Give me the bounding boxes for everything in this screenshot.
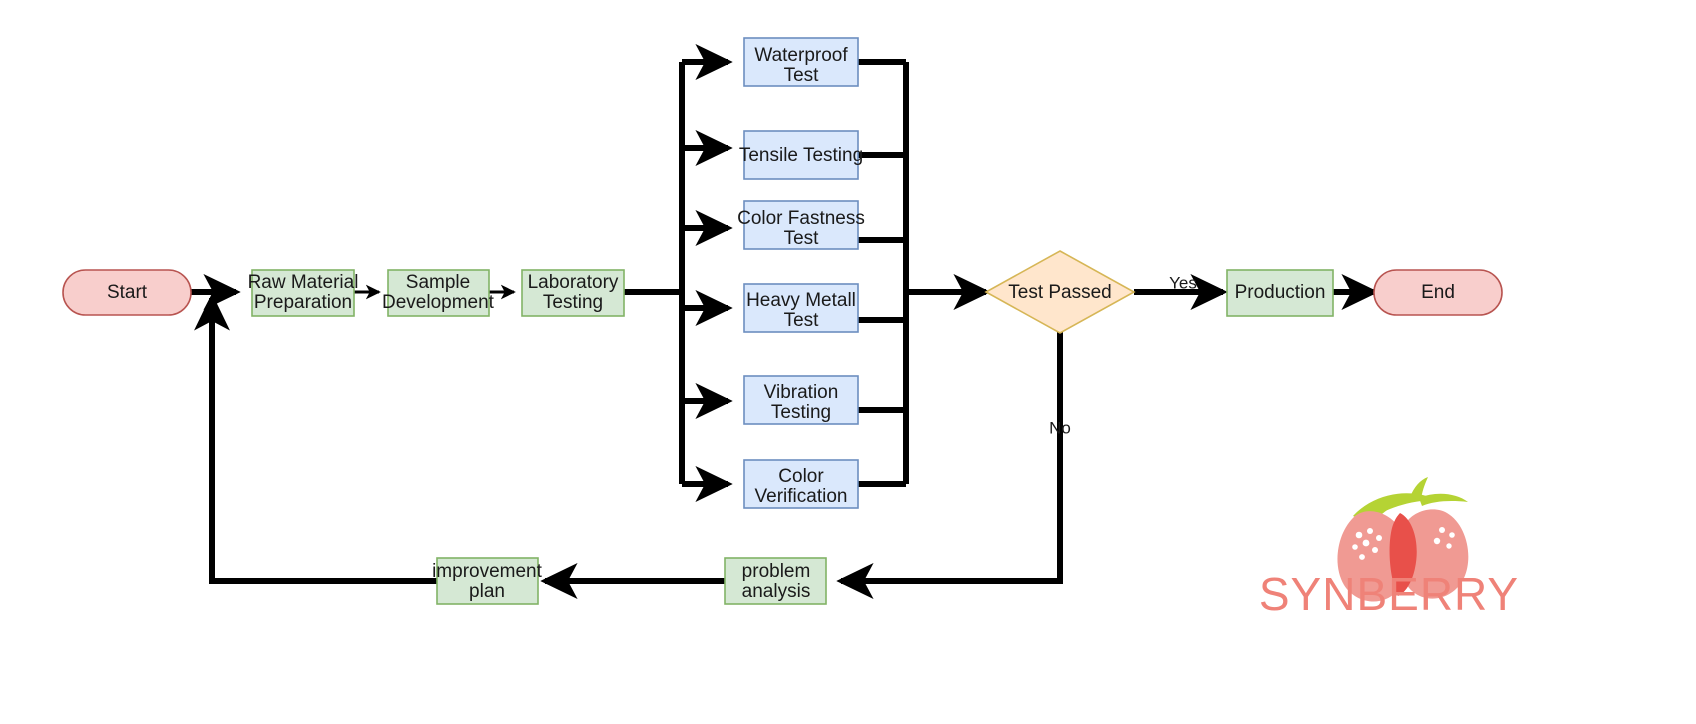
- strawberry-seed: [1352, 544, 1358, 550]
- node-test-vibration-shape: [743, 375, 859, 425]
- strawberry-seed: [1449, 532, 1455, 538]
- strawberry-seed: [1355, 531, 1363, 539]
- node-raw-material-shape: [251, 269, 355, 317]
- node-end-shape: [1373, 269, 1503, 316]
- strawberry-seed: [1367, 528, 1373, 534]
- node-problem-analysis-shape: [724, 557, 827, 605]
- edge-decision-no-to-problem-analysis: [836, 332, 1063, 599]
- synberry-logo: SYNBERRY: [1259, 477, 1519, 620]
- node-test-tensile[interactable]: Tensile Testing: [739, 130, 863, 180]
- strawberry-seed: [1433, 537, 1441, 545]
- node-improvement-plan-shape: [436, 557, 539, 605]
- node-test-heavy-metal-shape: [743, 283, 859, 333]
- flowchart-svg: Start Raw Material Preparation Sample De…: [62, 37, 1519, 620]
- flowchart-canvas: Start Raw Material Preparation Sample De…: [0, 0, 1696, 724]
- node-test-waterproof-shape: [743, 37, 859, 87]
- strawberry-seed: [1439, 527, 1445, 533]
- strawberry-seed: [1372, 547, 1378, 553]
- node-test-color-verification-shape: [743, 459, 859, 509]
- node-decision-shape: [984, 250, 1136, 334]
- strawberry-seed: [1359, 554, 1365, 560]
- node-sample-development-shape: [387, 269, 490, 317]
- node-end[interactable]: End: [1373, 269, 1503, 316]
- strawberry-seed: [1446, 543, 1452, 549]
- node-test-color-verification[interactable]: Color Verification: [743, 459, 859, 509]
- logo-wordmark: SYNBERRY: [1259, 568, 1519, 620]
- node-test-vibration[interactable]: Vibration Testing: [743, 375, 859, 425]
- strawberry-seed: [1376, 535, 1382, 541]
- node-production[interactable]: Production: [1226, 269, 1334, 317]
- node-test-color-fastness-shape: [743, 200, 859, 250]
- node-test-heavy-metal[interactable]: Heavy Metall Test: [743, 283, 859, 333]
- node-test-tensile-shape: [743, 130, 859, 180]
- node-improvement-plan[interactable]: improvement plan: [432, 557, 543, 605]
- node-laboratory-testing-shape: [521, 269, 625, 317]
- node-laboratory-testing[interactable]: Laboratory Testing: [521, 269, 625, 317]
- node-start-shape: [62, 269, 192, 316]
- node-test-color-fastness[interactable]: Color Fastness Test: [737, 200, 865, 250]
- edge-improvement-to-raw-material: [194, 293, 437, 584]
- node-production-shape: [1226, 269, 1334, 317]
- strawberry-seed: [1362, 539, 1370, 547]
- strawberry-leaf-right: [1419, 493, 1468, 506]
- node-start[interactable]: Start: [62, 269, 192, 316]
- node-decision-test-passed[interactable]: Test Passed: [984, 250, 1136, 334]
- node-problem-analysis[interactable]: problem analysis: [724, 557, 827, 605]
- node-raw-material-preparation[interactable]: Raw Material Preparation: [248, 269, 359, 317]
- node-test-waterproof[interactable]: Waterproof Test: [743, 37, 859, 87]
- node-sample-development[interactable]: Sample Development: [382, 269, 495, 317]
